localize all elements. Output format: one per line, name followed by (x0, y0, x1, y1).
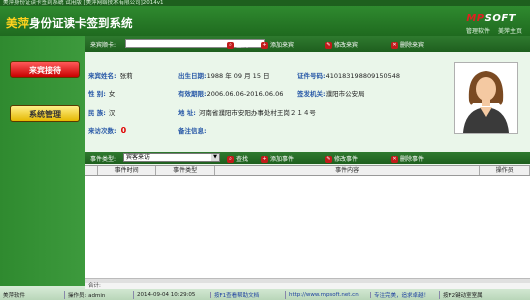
add-event-button[interactable]: + 添加事件 (261, 154, 294, 163)
col-event-type[interactable]: 事件类型 (156, 166, 215, 175)
status-app: 美萍软件 (0, 291, 65, 299)
edit-icon: ✎ (325, 42, 332, 49)
add-icon: + (261, 42, 268, 49)
col-operator[interactable]: 操作员 (480, 166, 530, 175)
visitor-ethnic: 汉 (108, 109, 116, 117)
status-datetime: 2014-09-04 10:29:05 (134, 292, 211, 298)
birth-row: 出生日期:1988 年 09 月 15 日 (178, 72, 270, 80)
header-links: 管理软件 美萍主页 (460, 26, 522, 35)
sidebar-item-system[interactable]: 系统管理 (10, 105, 80, 122)
sidebar-item-reception[interactable]: 来宾接待 (10, 61, 80, 78)
validity-row: 有效期限:2006.06.06-2016.06.06 (178, 90, 284, 98)
event-type-label: 事件类型: (90, 156, 117, 163)
sidebar: 来宾接待 系统管理 (0, 36, 85, 286)
app-header: 美萍身份证读卡签到系统 MPSOFT 管理软件 美萍主页 (0, 6, 530, 36)
visitor-address: 河南省濮阳市安阳办事处村王岗２１４号 (198, 109, 316, 117)
total-label: 合计: (85, 283, 530, 289)
visitor-info: 来宾姓名: 张莉 出生日期:1988 年 09 月 15 日 证件号码:41018… (85, 52, 530, 150)
status-f2: 按F2键动室室属 (443, 293, 483, 299)
link-management-software[interactable]: 管理软件 (466, 28, 490, 35)
edit-icon: ✎ (325, 156, 332, 163)
visitor-authority: 濮阳市公安局 (325, 90, 365, 98)
remarks-row: 备注信息: (178, 127, 207, 135)
visits-row: 来访次数: 0 (88, 126, 127, 135)
status-bar: 合计: 美萍软件 操作员: admin 2014-09-04 10:29:05 … (0, 283, 530, 300)
search-button[interactable]: ⌕ 查找 (227, 40, 248, 49)
event-search-button[interactable]: ⌕ 查找 (227, 154, 248, 163)
col-event-content[interactable]: 事件内容 (215, 166, 481, 175)
mpsoft-logo: MPSOFT (466, 13, 516, 24)
status-help[interactable]: 按F1查看帮助文档 (211, 291, 286, 299)
avatar-icon (455, 63, 517, 133)
main-panel: 来宾顺卡: ⌕ 查找 + 添加来宾 ✎ 修改来宾 ✕ 删除来宾 来宾姓名: 张莉 出生日期… (85, 36, 530, 286)
event-type-select[interactable]: 宾客来访 ▼ (123, 153, 220, 162)
address-row: 地 址: 河南省濮阳市安阳办事处村王岗２１４号 (178, 109, 316, 117)
add-visitor-button[interactable]: + 添加来宾 (261, 40, 294, 49)
visitor-idno: 410183198809150548 (325, 72, 401, 80)
add-icon: + (261, 156, 268, 163)
idno-row: 证件号码:410183198809150548 (297, 72, 401, 80)
visit-count: 0 (120, 126, 127, 135)
gender-row: 性 别: 女 (88, 90, 116, 98)
edit-event-button[interactable]: ✎ 修改事件 (325, 154, 358, 163)
table-header: 事件时间 事件类型 事件内容 操作员 (85, 166, 530, 176)
search-label: 来宾顺卡: (90, 42, 117, 49)
visitor-birth: 1988 年 09 月 15 日 (206, 72, 270, 80)
name-row: 来宾姓名: 张莉 (88, 72, 133, 80)
search-icon: ⌕ (227, 42, 234, 49)
visitor-name: 张莉 (119, 72, 133, 80)
delete-event-button[interactable]: ✕ 删除事件 (391, 154, 424, 163)
app-title: 美萍身份证读卡签到系统 (6, 15, 133, 31)
visitor-gender: 女 (108, 90, 116, 98)
status-website[interactable]: http://www.mpsoft.net.cn (286, 292, 371, 298)
delete-icon: ✕ (391, 156, 398, 163)
visitor-photo (454, 62, 518, 134)
logo-suffix: SOFT (484, 13, 516, 24)
search-icon: ⌕ (227, 156, 234, 163)
delete-icon: ✕ (391, 42, 398, 49)
edit-visitor-button[interactable]: ✎ 修改来宾 (325, 40, 358, 49)
chevron-down-icon: ▼ (211, 154, 219, 161)
status-operator: 操作员: admin (65, 291, 134, 299)
visitor-validity: 2006.06.06-2016.06.06 (206, 90, 284, 98)
event-toolbar: 事件类型: 宾客来访 ▼ ⌕ 查找 + 添加事件 ✎ 修改事件 ✕ 删除事件 (85, 152, 530, 164)
status-line: 美萍软件 操作员: admin 2014-09-04 10:29:05 按F1查… (0, 291, 530, 299)
app-title-rest: 身份证读卡签到系统 (29, 16, 133, 30)
link-homepage[interactable]: 美萍主页 (498, 28, 522, 35)
status-slogan: 专注完美，追求卓越！ (371, 291, 440, 299)
delete-visitor-button[interactable]: ✕ 删除来宾 (391, 40, 424, 49)
search-toolbar: 来宾顺卡: ⌕ 查找 + 添加来宾 ✎ 修改来宾 ✕ 删除来宾 (85, 36, 530, 52)
event-table: 事件时间 事件类型 事件内容 操作员 (85, 165, 530, 286)
ethnic-row: 民 族: 汉 (88, 109, 116, 117)
logo-prefix: MP (466, 13, 485, 24)
col-event-time[interactable]: 事件时间 (98, 166, 157, 175)
app-title-accent: 美萍 (6, 16, 29, 30)
authority-row: 签发机关:濮阳市公安局 (297, 90, 365, 98)
